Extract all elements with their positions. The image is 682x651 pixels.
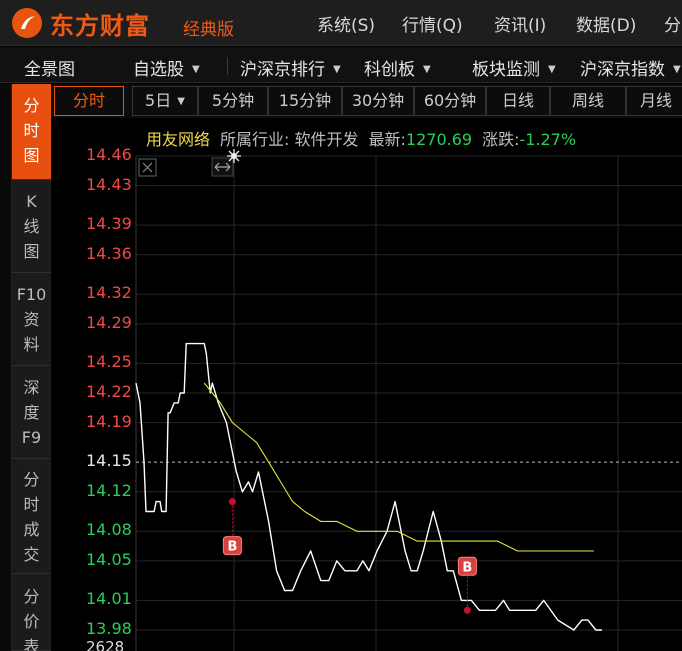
avg-price-line <box>203 382 594 552</box>
buy-marker: B <box>222 498 242 556</box>
price-line <box>135 342 602 631</box>
buy-marker-dot <box>228 498 236 506</box>
chart-markers: BB <box>222 498 477 614</box>
chart-controls <box>138 149 241 177</box>
buy-marker-dot <box>463 606 471 614</box>
volume-label: 2628 <box>86 638 125 651</box>
close-icon-glyph <box>142 162 153 173</box>
chart-series <box>135 342 602 631</box>
buy-marker: B <box>457 556 477 614</box>
sun-marker-icon <box>227 149 241 163</box>
buy-marker-label: B <box>462 560 472 575</box>
intraday-chart[interactable]: BB <box>0 0 682 651</box>
buy-marker-label: B <box>227 540 237 555</box>
